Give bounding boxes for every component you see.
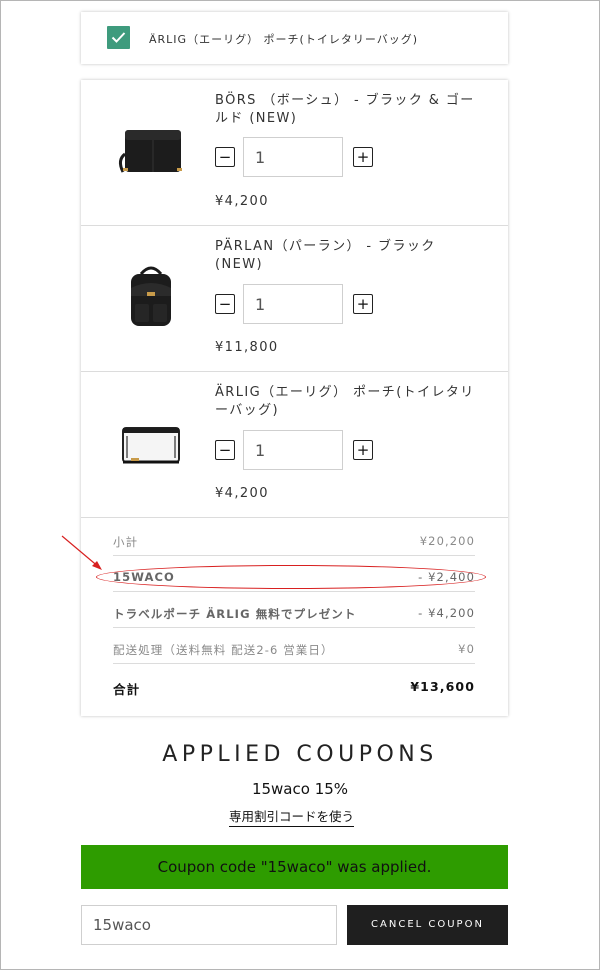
minus-icon: −: [218, 147, 232, 166]
item-name[interactable]: BÖRS （ボーシュ） - ブラック & ゴールド (NEW): [215, 92, 475, 128]
shipping-row: 配送処理（送料無料 配送2-6 営業日） ¥0: [113, 628, 475, 664]
checkmark-icon: [111, 32, 126, 43]
item-name[interactable]: PÄRLAN（パーラン） - ブラック (NEW): [215, 238, 475, 274]
subtotal-label: 小計: [113, 535, 139, 549]
decrease-quantity-button[interactable]: −: [215, 440, 235, 460]
item-price: ¥4,200: [215, 486, 269, 501]
total-value: ¥13,600: [410, 679, 475, 694]
decrease-quantity-button[interactable]: −: [215, 147, 235, 167]
annotation-arrow-icon: [61, 535, 102, 570]
coupon-code-input[interactable]: 15waco: [81, 905, 337, 945]
item-name[interactable]: ÄRLIG（エーリグ） ポーチ(トイレタリーバッグ): [215, 384, 475, 420]
cart-item: PÄRLAN（パーラン） - ブラック (NEW) − 1 + ¥11,800: [81, 226, 508, 372]
cancel-coupon-button[interactable]: CANCEL COUPON: [347, 905, 508, 945]
plus-icon: +: [356, 440, 370, 459]
black-backpack-image: [131, 266, 171, 326]
subtotal-row: 小計 ¥20,200: [113, 520, 475, 556]
subtotal-value: ¥20,200: [419, 534, 475, 548]
quantity-input[interactable]: 1: [243, 430, 343, 470]
gift-discount-row: トラベルポーチ ÄRLIG 無料でプレゼント - ¥4,200: [113, 592, 475, 628]
annotation-highlight-oval: [96, 565, 486, 589]
minus-icon: −: [218, 294, 232, 313]
cart-item: ÄRLIG（エーリグ） ポーチ(トイレタリーバッグ) − 1 + ¥4,200: [81, 372, 508, 518]
gift-discount-value: - ¥4,200: [418, 606, 475, 620]
cart-items-card: BÖRS （ボーシュ） - ブラック & ゴールド (NEW) − 1 + ¥4…: [81, 80, 508, 716]
coupon-success-message: Coupon code "15waco" was applied.: [81, 845, 508, 889]
shipping-label: 配送処理（送料無料 配送2-6 営業日）: [113, 643, 334, 657]
gift-checkbox[interactable]: [107, 26, 130, 49]
quantity-input[interactable]: 1: [243, 284, 343, 324]
black-wallet-image: [118, 130, 182, 173]
total-label: 合計: [113, 682, 141, 697]
decrease-quantity-button[interactable]: −: [215, 294, 235, 314]
total-row: 合計 ¥13,600: [113, 664, 475, 700]
gift-discount-label: トラベルポーチ ÄRLIG 無料でプレゼント: [113, 607, 357, 621]
shipping-value: ¥0: [458, 642, 475, 656]
quantity-input[interactable]: 1: [243, 137, 343, 177]
item-price: ¥11,800: [215, 340, 279, 355]
use-discount-code-link[interactable]: 専用割引コードを使う: [229, 806, 355, 827]
gift-option-label: ÄRLIG（エーリグ） ポーチ(トイレタリーバッグ): [149, 33, 419, 46]
applied-coupons-title: APPLIED COUPONS: [162, 742, 438, 767]
minus-icon: −: [218, 440, 232, 459]
increase-quantity-button[interactable]: +: [353, 440, 373, 460]
increase-quantity-button[interactable]: +: [353, 294, 373, 314]
clear-pouch-image: [122, 427, 180, 464]
item-price: ¥4,200: [215, 194, 269, 209]
order-totals: 小計 ¥20,200 15WACO - ¥2,400 トラベルポーチ ÄRLIG…: [113, 520, 475, 700]
plus-icon: +: [356, 147, 370, 166]
increase-quantity-button[interactable]: +: [353, 147, 373, 167]
applied-coupon-code: 15waco 15%: [251, 780, 349, 798]
plus-icon: +: [356, 294, 370, 313]
cart-item: BÖRS （ボーシュ） - ブラック & ゴールド (NEW) − 1 + ¥4…: [81, 80, 508, 226]
gift-option-card: ÄRLIG（エーリグ） ポーチ(トイレタリーバッグ): [81, 12, 508, 64]
